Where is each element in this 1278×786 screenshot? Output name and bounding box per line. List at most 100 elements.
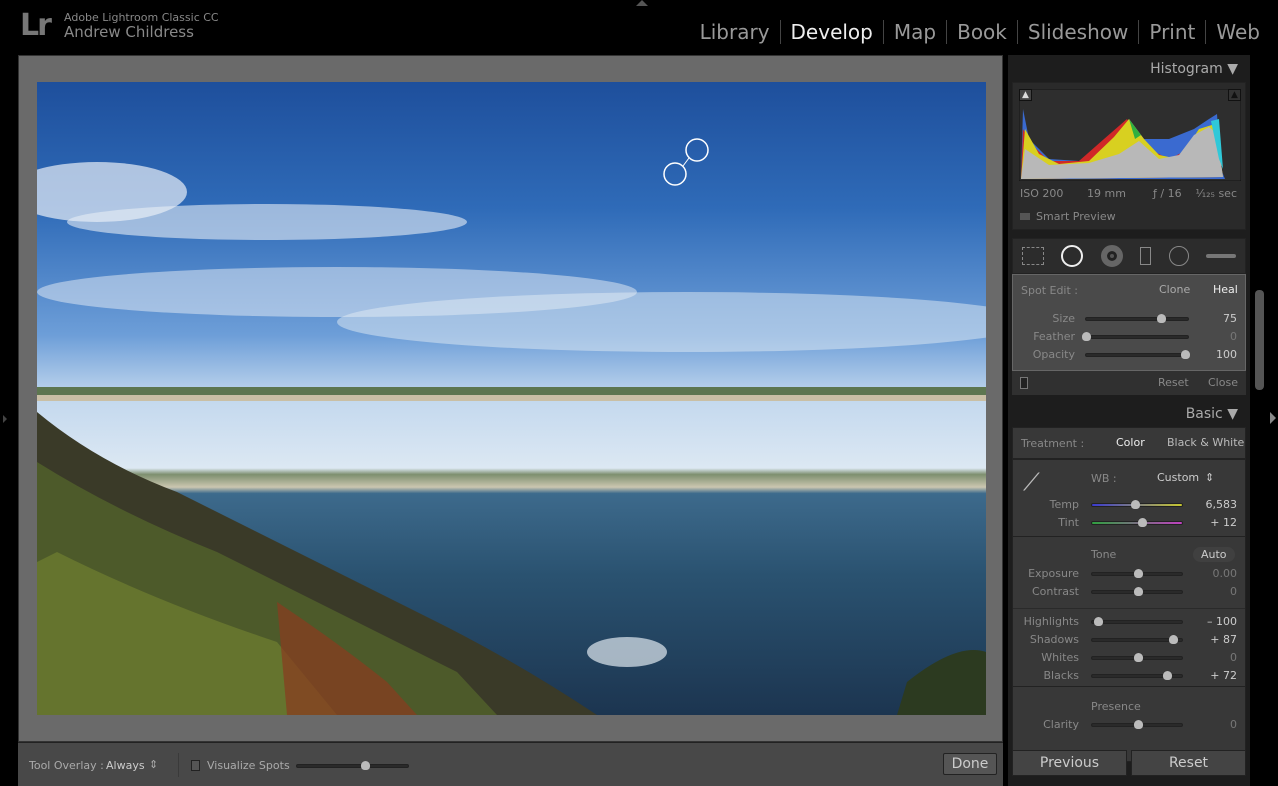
- slider-thumb[interactable]: [1137, 518, 1147, 527]
- slider-label: Whites: [1041, 651, 1079, 664]
- graduated-filter-icon[interactable]: [1140, 247, 1152, 265]
- module-print[interactable]: Print: [1138, 20, 1205, 44]
- spot-target-circle[interactable]: [685, 138, 709, 162]
- collapse-top-panel-icon[interactable]: [636, 0, 648, 6]
- basic-header[interactable]: Basic ▼: [1186, 406, 1238, 422]
- slider-label: Blacks: [1043, 669, 1080, 682]
- clone-button[interactable]: Clone: [1159, 283, 1190, 296]
- whites-slider[interactable]: [1091, 653, 1183, 662]
- clarity-value[interactable]: 0: [1230, 718, 1237, 731]
- done-button[interactable]: Done: [943, 753, 997, 775]
- identity-plate[interactable]: Andrew Childress: [64, 23, 194, 41]
- highlights-value[interactable]: – 100: [1207, 615, 1237, 628]
- crop-overlay-icon[interactable]: [1021, 247, 1044, 265]
- treatment-color-button[interactable]: Color: [1116, 436, 1145, 449]
- temp-value[interactable]: 6,583: [1206, 498, 1238, 511]
- spot-reset-button[interactable]: Reset: [1158, 376, 1189, 389]
- treatment-label: Treatment :: [1021, 437, 1085, 450]
- adjustment-brush-icon[interactable]: [1206, 254, 1237, 258]
- slider-thumb[interactable]: [360, 761, 370, 770]
- slider-label: Highlights: [1023, 615, 1079, 628]
- spot-close-button[interactable]: Close: [1208, 376, 1238, 389]
- contrast-value[interactable]: 0: [1230, 585, 1237, 598]
- tint-slider[interactable]: [1091, 518, 1183, 527]
- feather-slider[interactable]: [1082, 332, 1189, 341]
- slider-thumb[interactable]: [1134, 587, 1143, 596]
- size-value[interactable]: 75: [1223, 312, 1237, 325]
- auto-tone-button[interactable]: Auto: [1193, 547, 1235, 562]
- photo[interactable]: [37, 82, 986, 715]
- tint-value[interactable]: + 12: [1210, 516, 1237, 529]
- aperture-info: ƒ / 16: [1153, 187, 1182, 200]
- module-library[interactable]: Library: [690, 20, 780, 44]
- slider-label: Temp: [1049, 498, 1079, 511]
- temp-slider[interactable]: [1091, 500, 1183, 509]
- opacity-value[interactable]: 100: [1216, 348, 1237, 361]
- tool-overlay-select[interactable]: Always: [106, 759, 145, 772]
- shadow-clipping-icon[interactable]: ▲: [1019, 89, 1032, 101]
- blacks-value[interactable]: + 72: [1210, 669, 1237, 682]
- collapse-triangle-icon[interactable]: ▼: [1227, 406, 1238, 422]
- top-bar: Lr Adobe Lightroom Classic CC Andrew Chi…: [0, 0, 1278, 55]
- collapse-right-panel-icon[interactable]: [1270, 412, 1276, 424]
- focal-length-info: 19 mm: [1087, 187, 1126, 200]
- slider-thumb[interactable]: [1093, 617, 1103, 626]
- slider-label: Tint: [1058, 516, 1079, 529]
- switch-icon[interactable]: [1020, 377, 1028, 389]
- slider-thumb[interactable]: [1162, 671, 1172, 680]
- slider-thumb[interactable]: [1134, 653, 1143, 662]
- right-panel-scrollbar[interactable]: [1255, 290, 1264, 390]
- module-slideshow[interactable]: Slideshow: [1016, 20, 1139, 44]
- blacks-slider[interactable]: [1091, 671, 1183, 680]
- module-map[interactable]: Map: [882, 20, 946, 44]
- slider-thumb[interactable]: [1134, 569, 1143, 578]
- select-arrows-icon[interactable]: ⇕: [149, 758, 158, 771]
- clarity-slider[interactable]: [1091, 720, 1183, 729]
- spot-source-circle[interactable]: [663, 162, 687, 186]
- treatment-bw-button[interactable]: Black & White: [1167, 436, 1244, 449]
- size-slider[interactable]: [1085, 314, 1189, 323]
- spot-edit-panel: Spot Edit : Clone Heal Size 75 Feather 0 Opa…: [1012, 274, 1246, 371]
- smart-preview-icon: [1020, 213, 1030, 220]
- radial-filter-icon[interactable]: [1168, 246, 1189, 266]
- contrast-slider[interactable]: [1091, 587, 1183, 596]
- wb-eyedropper-icon[interactable]: ⟋: [1023, 468, 1040, 496]
- histogram-graph[interactable]: [1019, 89, 1241, 181]
- collapse-triangle-icon[interactable]: ▼: [1227, 61, 1238, 77]
- module-develop[interactable]: Develop: [779, 20, 883, 44]
- divider: [178, 753, 179, 777]
- slider-thumb[interactable]: [1180, 350, 1190, 359]
- shutter-info: ¹⁄₁₂₅ sec: [1195, 187, 1237, 200]
- histogram-header[interactable]: Histogram ▼: [1150, 61, 1238, 77]
- feather-value[interactable]: 0: [1230, 330, 1237, 343]
- reset-button[interactable]: Reset: [1131, 750, 1246, 776]
- opacity-slider[interactable]: [1085, 350, 1190, 359]
- previous-button[interactable]: Previous: [1012, 750, 1127, 776]
- select-arrows-icon[interactable]: ⇕: [1205, 471, 1214, 484]
- shadows-slider[interactable]: [1091, 635, 1183, 644]
- exposure-slider[interactable]: [1091, 569, 1183, 578]
- exposure-value[interactable]: 0.00: [1213, 567, 1238, 580]
- lightroom-logo: Lr: [20, 8, 52, 43]
- expand-left-panel-icon[interactable]: [3, 415, 7, 423]
- wb-select[interactable]: Custom: [1157, 471, 1199, 484]
- spot-overlay[interactable]: [37, 82, 986, 715]
- slider-thumb[interactable]: [1156, 314, 1166, 323]
- heal-button[interactable]: Heal: [1213, 283, 1238, 296]
- slider-thumb[interactable]: [1082, 332, 1091, 341]
- module-book[interactable]: Book: [946, 20, 1017, 44]
- smart-preview-status[interactable]: Smart Preview: [1036, 210, 1116, 223]
- spot-removal-icon[interactable]: [1061, 245, 1084, 267]
- spot-edit-label: Spot Edit :: [1021, 284, 1079, 297]
- highlight-clipping-icon[interactable]: ▲: [1228, 89, 1241, 101]
- module-web[interactable]: Web: [1205, 20, 1270, 44]
- whites-value[interactable]: 0: [1230, 651, 1237, 664]
- slider-thumb[interactable]: [1168, 635, 1178, 644]
- highlights-slider[interactable]: [1091, 617, 1183, 626]
- shadows-value[interactable]: + 87: [1210, 633, 1237, 646]
- visualize-threshold-slider[interactable]: [296, 761, 409, 770]
- slider-thumb[interactable]: [1131, 500, 1141, 509]
- red-eye-icon[interactable]: [1100, 245, 1123, 267]
- slider-thumb[interactable]: [1134, 720, 1143, 729]
- visualize-spots-checkbox[interactable]: [191, 760, 200, 771]
